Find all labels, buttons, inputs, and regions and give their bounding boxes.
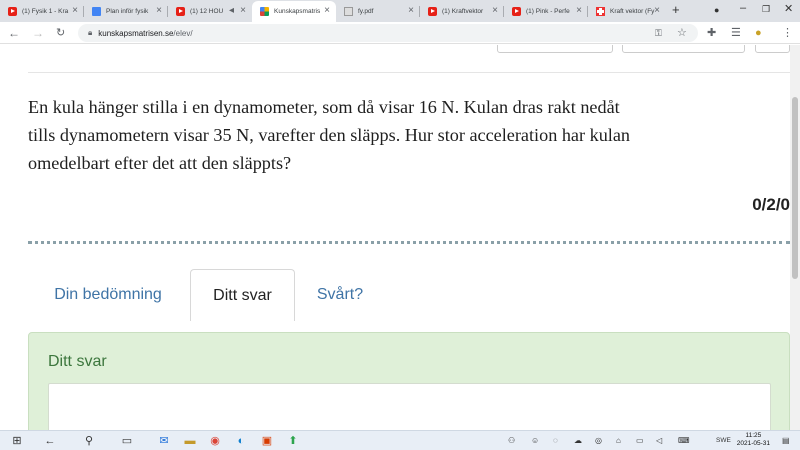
close-tab-icon[interactable]: × — [654, 5, 660, 17]
maximize-icon[interactable]: ❐ — [762, 4, 770, 15]
back-icon[interactable]: ← — [8, 25, 20, 41]
kunskapsmatrisen-icon — [260, 7, 269, 16]
browser-tab[interactable]: (1) 12 HOU ◂ × — [168, 1, 252, 22]
bookmark-star-icon[interactable]: ☆ — [677, 26, 687, 40]
mail-icon[interactable]: ✉ — [157, 434, 171, 448]
browser-tab[interactable]: fy.pdf × — [336, 1, 420, 22]
divider — [28, 72, 790, 73]
minimize-icon[interactable]: – — [740, 2, 746, 14]
close-tab-icon[interactable]: × — [576, 5, 582, 17]
browser-tab-strip: (1) Fysik 1 - Kra × Plan inför fysik × (… — [0, 0, 800, 22]
url-host: kunskapsmatrisen.se — [98, 28, 174, 38]
url-path: /elev/ — [173, 28, 193, 38]
header-button[interactable] — [622, 45, 745, 53]
browser-tab[interactable]: (1) Fysik 1 - Kra × — [0, 1, 84, 22]
chrome-icon[interactable]: ◉ — [208, 434, 222, 448]
new-tab-button[interactable]: + — [672, 2, 680, 17]
answer-panel: Ditt svar — [28, 332, 790, 430]
lock-icon: 🔒︎ — [88, 28, 93, 37]
file-explorer-icon[interactable]: ▬ — [183, 434, 197, 448]
language-indicator[interactable]: SWE — [716, 435, 731, 447]
tab-ditt-svar[interactable]: Ditt svar — [190, 269, 295, 321]
panel-title: Ditt svar — [48, 353, 107, 370]
windows-taskbar: ⊞ ← ⚲ ▭ ✉ ▬ ◉ ◐ ▣ ⬆ ⚇ ☺ ◌ ☁ ◎ ⌂ ▭ ◁ ⌨ SW… — [0, 430, 800, 450]
close-tab-icon[interactable]: × — [72, 5, 78, 17]
notifications-icon[interactable]: ▤ — [782, 435, 790, 447]
reading-list-icon[interactable]: ☰ — [731, 26, 741, 40]
tray-icon[interactable]: ⌂ — [616, 435, 621, 447]
clock-time: 11:25 — [745, 432, 762, 439]
menu-dots-icon[interactable]: ⋮ — [782, 26, 793, 40]
answer-tabs: Din bedömning Ditt svar Svårt? — [28, 269, 790, 321]
browser-tab[interactable]: (1) Kraftvektor × — [420, 1, 504, 22]
profile-avatar-icon[interactable]: ● — [755, 26, 762, 40]
people-icon[interactable]: ⚇ — [508, 435, 515, 447]
youtube-icon — [512, 7, 521, 16]
close-tab-icon[interactable]: × — [492, 5, 498, 17]
header-button[interactable] — [755, 45, 790, 53]
youtube-icon — [428, 7, 437, 16]
scrollbar-thumb[interactable] — [792, 97, 798, 279]
clock-date: 2021-05-31 — [736, 440, 770, 447]
header-button[interactable] — [497, 45, 613, 53]
youtube-icon — [8, 7, 17, 16]
upload-icon[interactable]: ⬆ — [286, 434, 300, 448]
browser-tab[interactable]: Plan inför fysik × — [84, 1, 168, 22]
close-tab-icon[interactable]: × — [324, 5, 330, 17]
youtube-icon — [176, 7, 185, 16]
back-arrow-icon[interactable]: ← — [43, 434, 57, 448]
close-tab-icon[interactable]: ◂ — [229, 5, 234, 17]
task-view-icon[interactable]: ▭ — [120, 434, 134, 448]
close-window-icon[interactable]: ✕ — [784, 2, 793, 15]
edge-icon[interactable]: ◐ — [234, 434, 248, 448]
forward-icon[interactable]: → — [32, 25, 44, 41]
tray-icon[interactable]: ◌ — [553, 435, 558, 447]
browser-toolbar: ← → ↻ 🔒︎ kunskapsmatrisen.se/elev/ ⚿ ☆ ✚… — [0, 22, 800, 44]
cloud-sync-icon[interactable]: ☺ — [531, 435, 539, 447]
browser-tab[interactable]: Kraft vektor (Fy × — [588, 1, 666, 22]
browser-tab-active[interactable]: Kunskapsmatris × — [252, 1, 336, 22]
search-icon[interactable]: ⚲ — [82, 434, 96, 448]
answer-textarea[interactable] — [48, 383, 771, 430]
headset-icon[interactable]: ◎ — [595, 435, 602, 447]
address-bar[interactable]: 🔒︎ kunskapsmatrisen.se/elev/ — [78, 24, 698, 42]
office-icon[interactable]: ▣ — [260, 434, 274, 448]
dotted-divider — [28, 241, 790, 244]
key-icon[interactable]: ⚿ — [655, 26, 662, 40]
system-clock[interactable]: 11:25 2021-05-31 — [737, 432, 770, 448]
volume-icon[interactable]: ◁ — [656, 435, 662, 447]
pdf-icon — [344, 7, 353, 16]
close-tab-icon[interactable]: × — [408, 5, 414, 17]
score-label: 0/2/0 — [752, 195, 790, 214]
close-tab-icon[interactable]: × — [240, 5, 246, 17]
close-tab-icon[interactable]: × — [156, 5, 162, 17]
question-text: En kula hänger stilla i en dynamometer, … — [28, 97, 631, 173]
browser-tab[interactable]: (1) Pink - Perfe × — [504, 1, 588, 22]
extensions-icon[interactable]: ✚ — [707, 26, 716, 40]
tab-svart[interactable]: Svårt? — [300, 269, 380, 321]
tab-search-icon[interactable]: ● — [714, 5, 719, 15]
red-cross-icon — [596, 7, 605, 16]
onedrive-icon[interactable]: ☁ — [574, 435, 582, 447]
tab-din-bedomning[interactable]: Din bedömning — [28, 269, 188, 321]
network-icon[interactable]: ▭ — [636, 435, 644, 447]
page-content: En kula hänger stilla i en dynamometer, … — [0, 45, 800, 430]
reload-icon[interactable]: ↻ — [56, 25, 65, 41]
keyboard-icon[interactable]: ⌨ — [678, 435, 690, 447]
page-scrollbar[interactable] — [790, 45, 800, 430]
google-docs-icon — [92, 7, 101, 16]
windows-start-icon[interactable]: ⊞ — [10, 434, 24, 448]
